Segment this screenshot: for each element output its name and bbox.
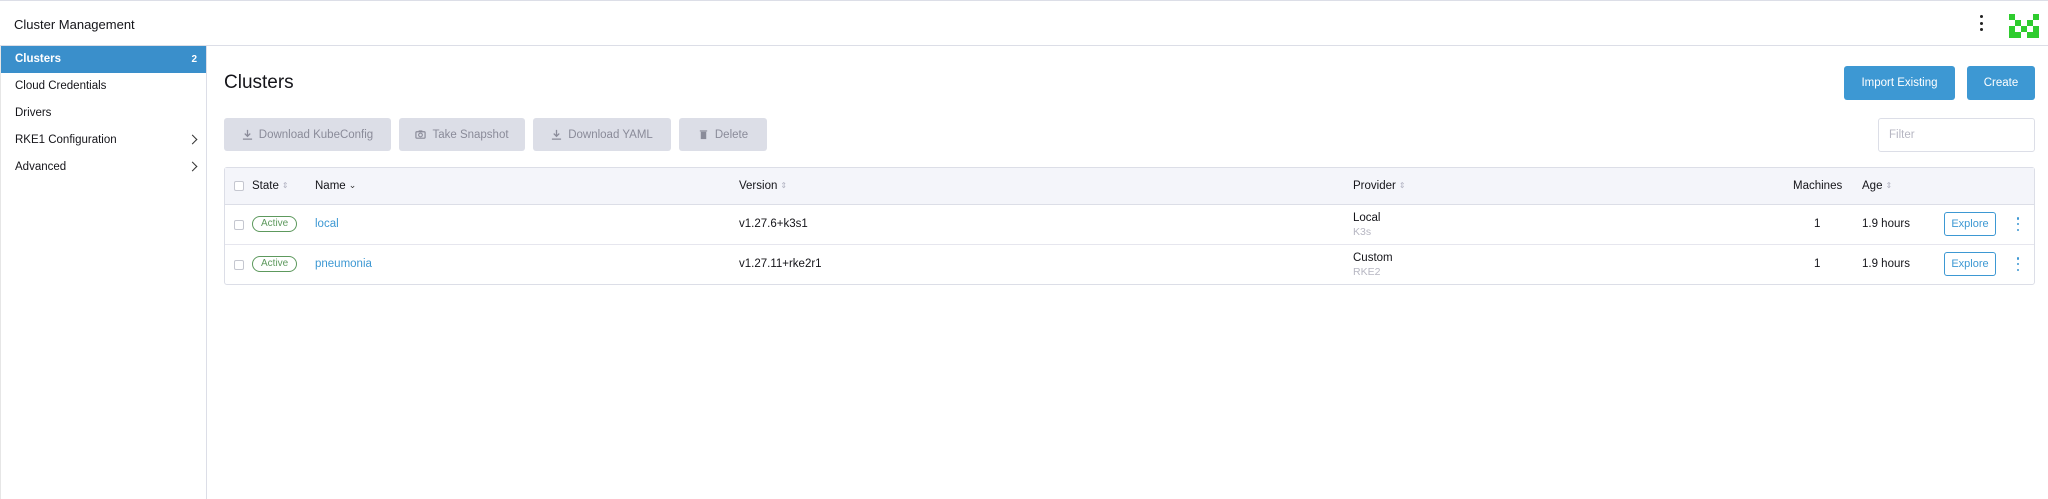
cluster-provider-type: K3s <box>1353 226 1372 238</box>
cluster-name-link[interactable]: pneumonia <box>315 258 372 270</box>
cluster-name-link[interactable]: local <box>315 218 339 230</box>
sidebar-item-label: Drivers <box>15 107 52 119</box>
cluster-provider-type: RKE2 <box>1353 266 1381 278</box>
cluster-machines: 1 <box>1814 218 1821 230</box>
sort-icon: ⇕ <box>1398 181 1406 190</box>
row-checkbox[interactable] <box>234 220 244 230</box>
status-badge: Active <box>252 216 298 232</box>
camera-icon <box>415 130 427 139</box>
cluster-provider: Custom <box>1353 252 1393 264</box>
table-row: Active local v1.27.6+k3s1 Local K3s 1 1.… <box>225 205 2034 245</box>
status-badge: Active <box>252 256 298 272</box>
sidebar-item-count: 2 <box>191 54 197 65</box>
download-kubeconfig-button[interactable]: Download KubeConfig <box>224 118 391 151</box>
sidebar: Clusters 2 Cloud Credentials Drivers RKE… <box>0 46 207 499</box>
table-header: State ⇕ Name ⌄ Version ⇕ Provider ⇕ Machines… <box>225 168 2034 205</box>
sidebar-item-label: RKE1 Configuration <box>15 134 117 146</box>
vertical-dots-icon[interactable] <box>1975 13 1987 33</box>
column-name[interactable]: Name ⌄ <box>315 180 356 192</box>
sidebar-item-label: Cloud Credentials <box>15 80 107 92</box>
sort-icon: ⇕ <box>281 181 289 190</box>
explore-button[interactable]: Explore <box>1944 212 1996 236</box>
header-title: Cluster Management <box>14 17 135 32</box>
row-actions-icon[interactable] <box>2015 217 2021 231</box>
sidebar-item-label: Clusters <box>15 53 62 65</box>
top-header: Cluster Management <box>0 0 2048 46</box>
main-content: Clusters Import Existing Create Download… <box>207 46 2048 499</box>
column-age[interactable]: Age ⇕ <box>1862 180 1892 192</box>
cluster-provider: Local <box>1353 212 1381 224</box>
sort-down-icon: ⌄ <box>348 180 357 190</box>
chevron-right-icon <box>187 161 198 172</box>
sidebar-item-cloud-credentials[interactable]: Cloud Credentials <box>1 73 206 100</box>
sidebar-item-advanced[interactable]: Advanced <box>1 154 206 181</box>
row-actions-icon[interactable] <box>2015 257 2021 271</box>
cluster-version: v1.27.11+rke2r1 <box>739 258 822 270</box>
table-row: Active pneumonia v1.27.11+rke2r1 Custom … <box>225 245 2034 285</box>
button-label: Take Snapshot <box>432 128 509 141</box>
column-provider[interactable]: Provider ⇕ <box>1353 180 1406 192</box>
sidebar-item-drivers[interactable]: Drivers <box>1 100 206 127</box>
trash-icon <box>699 130 708 140</box>
sidebar-item-clusters[interactable]: Clusters 2 <box>1 46 206 73</box>
sidebar-item-label: Advanced <box>15 161 67 173</box>
cluster-age: 1.9 hours <box>1862 258 1910 270</box>
button-label: Download KubeConfig <box>258 128 374 141</box>
sort-icon: ⇕ <box>1885 181 1893 190</box>
download-icon <box>552 129 562 140</box>
sort-icon: ⇕ <box>780 181 788 190</box>
row-checkbox[interactable] <box>234 260 244 270</box>
cluster-age: 1.9 hours <box>1862 218 1910 230</box>
column-machines[interactable]: Machines <box>1793 180 1842 192</box>
column-state[interactable]: State ⇕ <box>252 180 289 192</box>
download-yaml-button[interactable]: Download YAML <box>533 118 671 151</box>
cluster-machines: 1 <box>1814 258 1821 270</box>
sidebar-item-rke1-configuration[interactable]: RKE1 Configuration <box>1 127 206 154</box>
select-all-checkbox[interactable] <box>234 181 244 191</box>
clusters-table: State ⇕ Name ⌄ Version ⇕ Provider ⇕ Machines… <box>224 167 2035 285</box>
button-label: Download YAML <box>568 128 653 141</box>
filter-input[interactable] <box>1878 118 2035 152</box>
cluster-version: v1.27.6+k3s1 <box>739 218 808 230</box>
explore-button[interactable]: Explore <box>1944 252 1996 276</box>
button-label: Delete <box>714 128 749 141</box>
import-existing-button[interactable]: Import Existing <box>1844 66 1955 100</box>
chevron-right-icon <box>187 134 198 145</box>
delete-button[interactable]: Delete <box>679 118 767 151</box>
download-icon <box>242 129 252 140</box>
page-title: Clusters <box>224 72 294 93</box>
column-version[interactable]: Version ⇕ <box>739 180 787 192</box>
user-avatar-icon[interactable] <box>2009 10 2039 40</box>
take-snapshot-button[interactable]: Take Snapshot <box>399 118 525 151</box>
create-button[interactable]: Create <box>1967 66 2035 100</box>
